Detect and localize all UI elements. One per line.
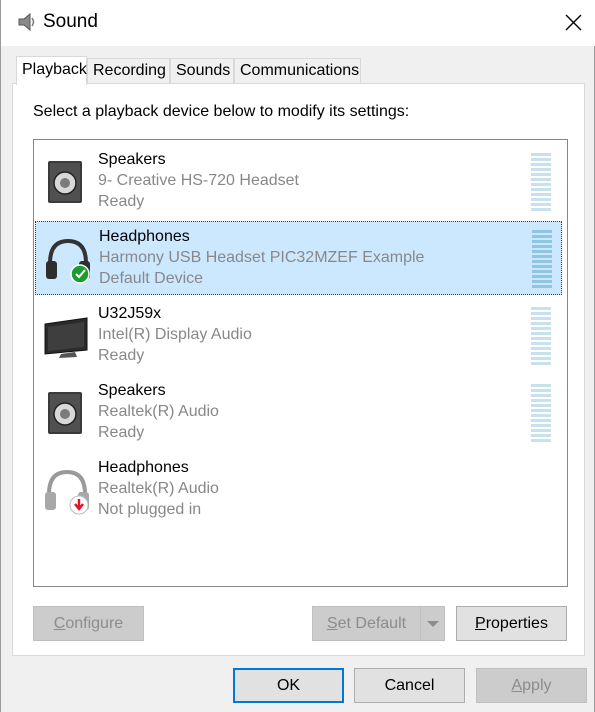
button-label: pply — [522, 677, 552, 694]
button-label: et Default — [337, 615, 407, 632]
volume-meter — [531, 307, 551, 367]
accelerator-key: A — [511, 677, 523, 694]
device-status: Ready — [98, 347, 145, 364]
sound-dialog: Sound Playback Recording Sounds Communic… — [0, 0, 595, 712]
speaker-icon — [48, 392, 82, 434]
configure-button[interactable]: Configure — [33, 606, 144, 641]
device-status: Not plugged in — [98, 501, 202, 518]
tab-label: Communications — [240, 62, 360, 79]
cancel-button[interactable]: Cancel — [354, 668, 465, 703]
tab-playback[interactable]: Playback — [16, 56, 87, 85]
device-status: Ready — [98, 424, 145, 441]
accelerator-key: S — [326, 615, 338, 632]
device-item[interactable]: Speakers Realtek(R) Audio Ready — [35, 376, 562, 450]
speaker-title-icon — [18, 12, 35, 32]
speaker-icon — [48, 161, 82, 203]
volume-meter — [531, 153, 551, 213]
device-list[interactable]: Speakers 9- Creative HS-720 Headset Read… — [33, 139, 568, 587]
device-name: Headphones — [98, 459, 189, 476]
properties-button[interactable]: Properties — [456, 606, 567, 641]
device-name: Speakers — [98, 382, 166, 399]
headphones-default-icon — [46, 238, 90, 284]
volume-meter — [532, 230, 552, 290]
device-name: Headphones — [99, 228, 190, 245]
device-status: Default Device — [99, 270, 204, 287]
ok-button[interactable]: OK — [233, 668, 344, 703]
device-description: 9- Creative HS-720 Headset — [98, 172, 299, 189]
device-name: U32J59x — [98, 305, 162, 322]
device-item[interactable]: Headphones Realtek(R) Audio Not plugged … — [35, 453, 562, 527]
device-description: Realtek(R) Audio — [98, 480, 219, 497]
accelerator-key: C — [53, 615, 66, 632]
device-description: Realtek(R) Audio — [98, 403, 219, 420]
playback-panel: Select a playback device below to modify… — [12, 83, 585, 656]
close-button[interactable] — [550, 0, 595, 46]
chevron-down-icon — [427, 621, 439, 627]
instruction-text: Select a playback device below to modify… — [33, 103, 410, 120]
accelerator-key: P — [475, 615, 486, 632]
monitor-icon — [44, 317, 88, 358]
tab-recording[interactable]: Recording — [87, 58, 170, 83]
tab-label: Sounds — [176, 62, 231, 79]
volume-meter — [531, 384, 551, 444]
device-name: Speakers — [98, 151, 166, 168]
close-icon — [565, 14, 582, 31]
headphones-unplugged-icon — [45, 469, 89, 515]
button-label: roperties — [485, 615, 548, 632]
set-default-button[interactable]: Set Default — [312, 606, 445, 641]
device-status: Ready — [98, 193, 145, 210]
tab-sounds[interactable]: Sounds — [170, 58, 234, 83]
device-description: Intel(R) Display Audio — [98, 326, 252, 343]
tab-communications[interactable]: Communications — [234, 58, 361, 83]
set-default-dropdown[interactable] — [420, 607, 444, 640]
tab-label: Recording — [93, 62, 166, 79]
button-label: onfigure — [65, 615, 124, 632]
device-item[interactable]: U32J59x Intel(R) Display Audio Ready — [35, 299, 562, 373]
device-description: Harmony USB Headset PIC32MZEF Example — [99, 249, 425, 266]
tab-label: Playback — [22, 61, 87, 78]
apply-button[interactable]: Apply — [476, 668, 587, 703]
title-bar: Sound — [1, 0, 595, 46]
device-item-selected[interactable]: Headphones Harmony USB Headset PIC32MZEF… — [35, 221, 562, 295]
device-item[interactable]: Speakers 9- Creative HS-720 Headset Read… — [35, 145, 562, 219]
window-title: Sound — [43, 11, 98, 32]
